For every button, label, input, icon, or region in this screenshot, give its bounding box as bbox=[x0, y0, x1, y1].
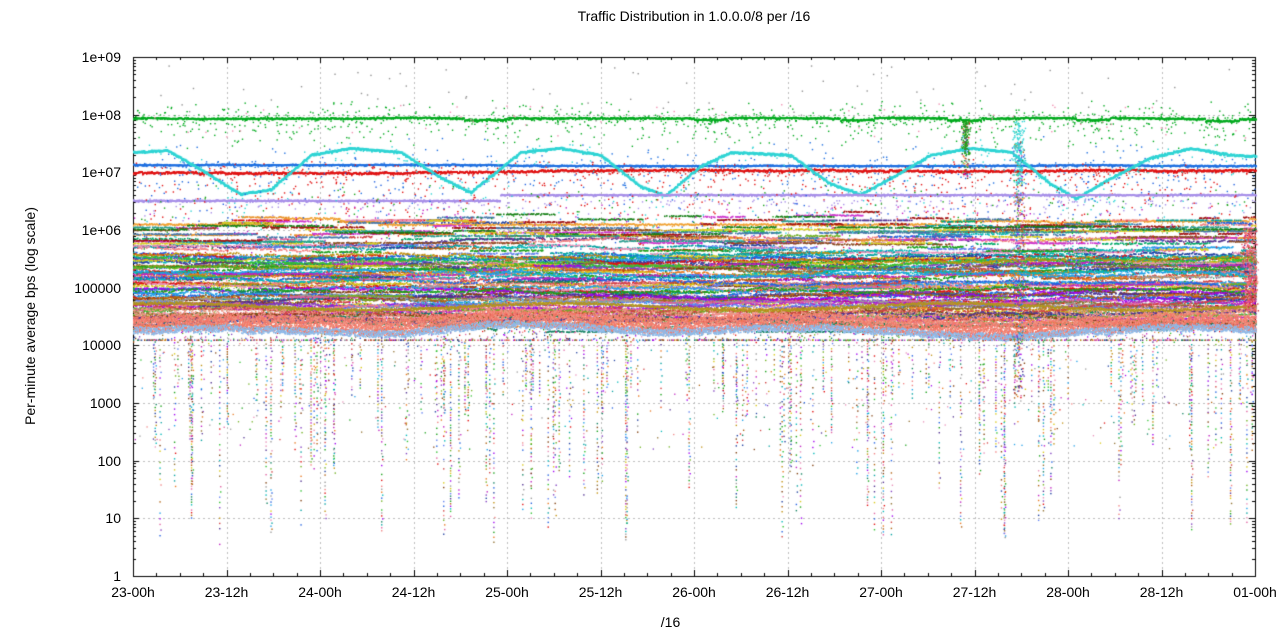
x-tick-label: 24-12h bbox=[391, 584, 436, 600]
x-tick-label: 27-00h bbox=[859, 584, 903, 600]
x-tick-label: 23-00h bbox=[111, 584, 155, 600]
chart-title: Traffic Distribution in 1.0.0.0/8 per /1… bbox=[577, 8, 811, 24]
y-tick-label: 1 bbox=[113, 568, 121, 584]
x-tick-label: 01-00h bbox=[1233, 584, 1277, 600]
y-axis-label: Per-minute average bps (log scale) bbox=[22, 207, 38, 425]
x-tick-label: 28-00h bbox=[1046, 584, 1090, 600]
y-tick-label: 10000 bbox=[82, 337, 121, 354]
y-tick-label: 1e+08 bbox=[81, 106, 121, 123]
y-tick-label: 10 bbox=[105, 510, 121, 527]
x-tick-label: 28-12h bbox=[1139, 584, 1184, 600]
x-tick-label: 24-00h bbox=[298, 584, 342, 600]
x-tick-label: 23-12h bbox=[204, 584, 249, 600]
traffic-distribution-chart bbox=[0, 0, 1280, 640]
y-tick-label: 1e+07 bbox=[81, 164, 121, 181]
y-tick-label: 100000 bbox=[74, 279, 121, 296]
x-tick-label: 26-00h bbox=[672, 584, 716, 600]
y-tick-label: 1000 bbox=[89, 395, 121, 411]
y-tick-label: 1e+09 bbox=[81, 49, 121, 65]
x-tick-label: 26-12h bbox=[765, 584, 810, 600]
y-tick-label: 1e+06 bbox=[81, 222, 121, 238]
x-tick-label: 27-12h bbox=[952, 584, 997, 600]
x-axis-label: /16 bbox=[660, 614, 681, 630]
x-tick-label: 25-00h bbox=[485, 584, 529, 600]
y-tick-label: 100 bbox=[97, 452, 121, 469]
x-tick-label: 25-12h bbox=[578, 584, 623, 600]
